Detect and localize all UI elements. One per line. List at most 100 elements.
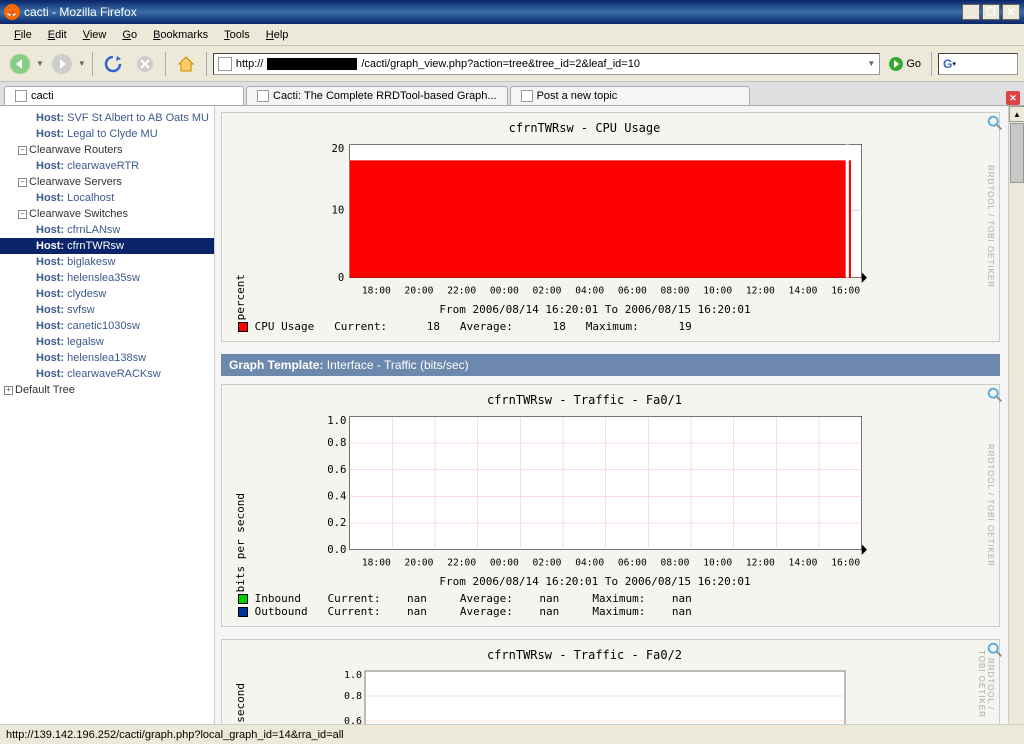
svg-text:00:00: 00:00 [490, 286, 519, 297]
tree-group-switches[interactable]: −Clearwave Switches [0, 206, 214, 222]
rrdtool-credit: RRDTOOL / TOBI OETIKER [983, 650, 995, 718]
tree-host-rtr[interactable]: Host: clearwaveRTR [0, 158, 214, 174]
tab-close-button[interactable]: ✕ [1006, 91, 1020, 105]
tab-cacti[interactable]: cacti [4, 86, 244, 105]
svg-text:12:00: 12:00 [746, 558, 775, 569]
tree-host-biglake[interactable]: Host: biglakesw [0, 254, 214, 270]
vertical-scrollbar[interactable]: ▲ ▼ [1008, 106, 1024, 744]
firefox-icon: 🦊 [4, 4, 20, 20]
window-titlebar: 🦊 cacti - Mozilla Firefox _ ❐ ✕ [0, 0, 1024, 24]
menu-view[interactable]: View [75, 27, 115, 43]
menu-edit[interactable]: Edit [40, 27, 75, 43]
stop-button[interactable] [131, 50, 159, 78]
svg-text:10: 10 [331, 204, 344, 217]
svg-text:08:00: 08:00 [661, 558, 690, 569]
minimize-button[interactable]: _ [962, 4, 980, 20]
restore-button[interactable]: ❐ [982, 4, 1000, 20]
svg-text:20:00: 20:00 [405, 286, 434, 297]
traffic-chart-2: 0.60.81.0 [251, 666, 939, 729]
zoom-icon[interactable] [986, 386, 1004, 404]
back-dropdown[interactable]: ▼ [36, 59, 44, 68]
tree-host-rack[interactable]: Host: clearwaveRACKsw [0, 366, 214, 382]
home-button[interactable] [172, 50, 200, 78]
svg-text:00:00: 00:00 [490, 558, 519, 569]
status-bar: http://139.142.196.252/cacti/graph.php?l… [0, 724, 1024, 744]
tree-group-servers[interactable]: −Clearwave Servers [0, 174, 214, 190]
svg-text:14:00: 14:00 [789, 558, 818, 569]
go-button[interactable]: Go [884, 54, 925, 74]
svg-text:16:00: 16:00 [831, 558, 860, 569]
zoom-icon[interactable] [986, 641, 1004, 659]
url-input[interactable] [361, 58, 863, 70]
forward-dropdown[interactable]: ▼ [78, 59, 86, 68]
svg-text:0.8: 0.8 [327, 436, 346, 449]
svg-text:22:00: 22:00 [447, 286, 476, 297]
collapse-icon[interactable]: − [18, 178, 27, 187]
svg-text:0.8: 0.8 [344, 691, 362, 702]
template-header: Graph Template: Interface - Traffic (bit… [221, 354, 1000, 376]
expand-icon[interactable]: + [4, 386, 13, 395]
content-area: Host: SVF St Albert to AB Oats MU Host: … [0, 106, 1024, 744]
tree-host-cfrnlan[interactable]: Host: cfrnLANsw [0, 222, 214, 238]
menu-help[interactable]: Help [258, 27, 297, 43]
page-icon [257, 90, 269, 102]
svg-text:0.0: 0.0 [327, 543, 346, 556]
navigation-toolbar: ▼ ▼ http://xxx ▼ Go G▾ [0, 46, 1024, 82]
zoom-icon[interactable] [986, 114, 1004, 132]
page-icon [521, 90, 533, 102]
svg-text:06:00: 06:00 [618, 558, 647, 569]
svg-text:10:00: 10:00 [703, 558, 732, 569]
svg-text:0.6: 0.6 [327, 463, 346, 476]
y-axis-label: percent [230, 274, 251, 320]
tree-host-legalsw[interactable]: Host: legalsw [0, 334, 214, 350]
menu-bookmarks[interactable]: Bookmarks [145, 27, 216, 43]
collapse-icon[interactable]: − [18, 210, 27, 219]
tree-host-helen138[interactable]: Host: helenslea138sw [0, 350, 214, 366]
scroll-thumb[interactable] [1010, 123, 1024, 183]
graph-legend: Inbound Current: nan Average: nan Maximu… [230, 592, 939, 618]
tree-host-svf[interactable]: Host: SVF St Albert to AB Oats MU [0, 110, 214, 126]
graph-title: cfrnTWRsw - Traffic - Fa0/2 [230, 648, 939, 662]
y-axis-label: r second [230, 683, 251, 729]
search-box[interactable]: G▾ [938, 53, 1018, 75]
svg-text:18:00: 18:00 [362, 286, 391, 297]
rrdtool-credit: RRDTOOL / TOBI OETIKER [983, 395, 995, 616]
tree-host-clyde[interactable]: Host: clydesw [0, 286, 214, 302]
menu-tools[interactable]: Tools [216, 27, 258, 43]
tree-host-localhost[interactable]: Host: Localhost [0, 190, 214, 206]
tree-host-canetic[interactable]: Host: canetic1030sw [0, 318, 214, 334]
collapse-icon[interactable]: − [18, 146, 27, 155]
traffic-chart-1: 0.00.20.4 0.60.81.0 18:0020:0022:00 00:0… [251, 411, 939, 571]
svg-text:20:00: 20:00 [405, 558, 434, 569]
menu-go[interactable]: Go [114, 27, 145, 43]
tree-host-helen35[interactable]: Host: helenslea35sw [0, 270, 214, 286]
url-bar[interactable]: http://xxx ▼ [213, 53, 880, 75]
graph-title: cfrnTWRsw - Traffic - Fa0/1 [230, 393, 939, 407]
google-icon: G [943, 57, 952, 71]
graph-panel: RRDTOOL / TOBI OETIKER cfrnTWRsw - CPU U… [215, 106, 1024, 744]
svg-text:04:00: 04:00 [575, 558, 604, 569]
reload-button[interactable] [99, 50, 127, 78]
page-icon [218, 57, 232, 71]
tab-cacti-docs[interactable]: Cacti: The Complete RRDTool-based Graph.… [246, 86, 508, 105]
svg-text:08:00: 08:00 [661, 286, 690, 297]
menu-bar: File Edit View Go Bookmarks Tools Help [0, 24, 1024, 46]
graph-cpu-usage: RRDTOOL / TOBI OETIKER cfrnTWRsw - CPU U… [221, 112, 1000, 342]
menu-file[interactable]: File [6, 27, 40, 43]
tree-group-routers[interactable]: −Clearwave Routers [0, 142, 214, 158]
back-button[interactable] [6, 50, 34, 78]
tree-host-cfrntwr[interactable]: Host: cfrnTWRsw [0, 238, 214, 254]
tab-forum[interactable]: Post a new topic [510, 86, 750, 105]
svg-text:1.0: 1.0 [327, 414, 346, 427]
close-button[interactable]: ✕ [1002, 4, 1020, 20]
tree-host-svfsw[interactable]: Host: svfsw [0, 302, 214, 318]
tree-host-legal[interactable]: Host: Legal to Clyde MU [0, 126, 214, 142]
forward-button[interactable] [48, 50, 76, 78]
tree-group-default[interactable]: +Default Tree [0, 382, 214, 398]
svg-text:22:00: 22:00 [447, 558, 476, 569]
tree-sidebar: Host: SVF St Albert to AB Oats MU Host: … [0, 106, 215, 744]
url-host-redacted: xxx [267, 58, 357, 70]
scroll-up-button[interactable]: ▲ [1009, 106, 1024, 122]
url-dropdown[interactable]: ▼ [867, 59, 875, 68]
rrdtool-credit: RRDTOOL / TOBI OETIKER [983, 123, 995, 331]
